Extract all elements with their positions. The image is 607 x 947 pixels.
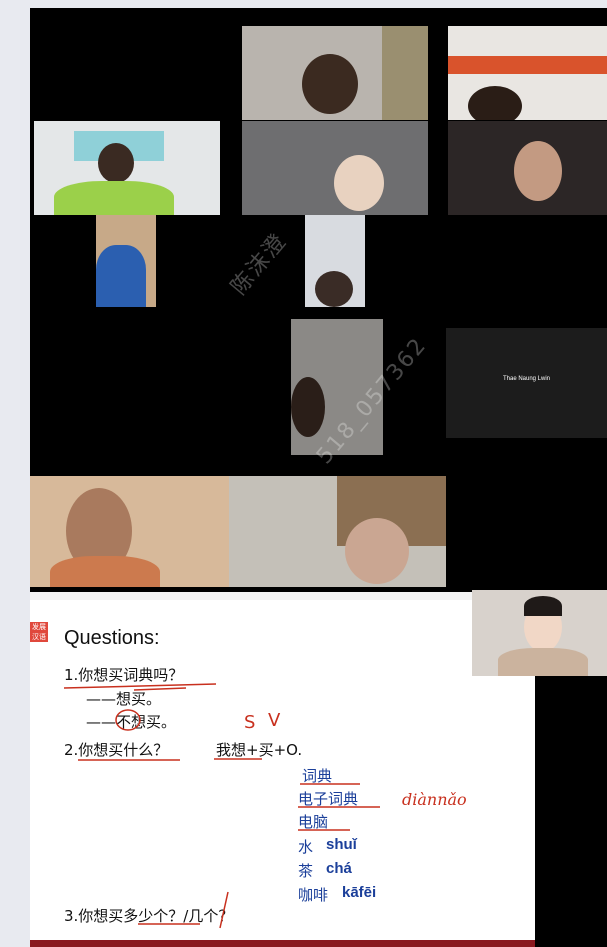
slide-footer-bar (30, 940, 535, 947)
participant-video-1[interactable] (242, 26, 428, 120)
avatar (98, 143, 134, 183)
avatar (514, 141, 562, 201)
watermark-text: 陈沫澄 (226, 228, 293, 300)
participant-video-10[interactable] (229, 476, 446, 587)
participant-name-tile[interactable]: Thae Naung Lwin (446, 328, 607, 438)
avatar (291, 377, 325, 437)
participant-name: Thae Naung Lwin (502, 376, 551, 382)
participant-video-5[interactable] (448, 121, 607, 215)
participant-video-4[interactable] (242, 121, 428, 215)
avatar (315, 271, 353, 307)
participant-video-2[interactable] (448, 26, 607, 120)
avatar (468, 86, 522, 120)
avatar-body (498, 648, 588, 676)
avatar-body (54, 181, 174, 215)
handwriting-marks (63, 683, 380, 929)
participant-video-6[interactable] (96, 215, 156, 307)
presentation-slide: 发展汉语 Questions: 1.你想买词典吗？ ——想买。 ——不想买。 2… (30, 592, 535, 947)
video-grid: Thae Naung Lwin 陈沫澄 518_057362 发展汉语 Ques… (30, 8, 607, 947)
avatar (302, 54, 358, 114)
window-background (382, 26, 428, 120)
avatar-body (96, 245, 146, 307)
participant-video-3[interactable] (34, 121, 220, 215)
avatar-body (50, 556, 160, 587)
avatar (334, 155, 384, 211)
participant-video-9[interactable] (30, 476, 229, 587)
participant-video-7[interactable] (305, 215, 365, 307)
avatar (345, 518, 409, 584)
teacher-video[interactable] (472, 590, 607, 676)
